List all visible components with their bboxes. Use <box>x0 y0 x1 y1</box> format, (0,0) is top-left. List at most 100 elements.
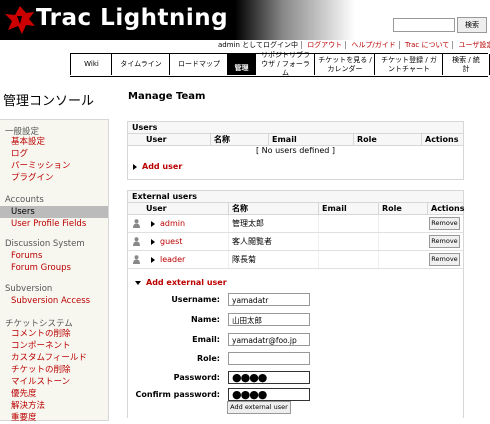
col-user: User <box>146 204 167 213</box>
password-field[interactable]: ●●●● <box>228 371 310 384</box>
user-icon <box>133 255 140 264</box>
user-login: guest <box>160 237 183 246</box>
expand-arrow-icon <box>151 256 155 263</box>
email-cell <box>318 233 378 250</box>
trac-logo-icon <box>5 6 35 34</box>
sidebar-item-components[interactable]: コンポーネント <box>0 340 108 352</box>
sidebar-item-plugins[interactable]: プラグイン <box>0 172 108 184</box>
sidebar-item-basics[interactable]: 基本設定 <box>0 136 108 148</box>
users-table-header: User 名称 Email Role Actions <box>128 134 463 146</box>
logout-link[interactable]: ログアウト <box>304 41 345 49</box>
email-label: Email: <box>192 335 220 344</box>
name-cell: 管理太郎 <box>228 215 318 232</box>
sidebar-item-logging[interactable]: ログ <box>0 148 108 160</box>
username-label: Username: <box>171 295 220 304</box>
email-field[interactable]: yamadatr@foo.jp <box>228 333 310 346</box>
sidebar-item-custom-fields[interactable]: カスタムフィールド <box>0 352 108 364</box>
tab-browser-forum[interactable]: リポジトリブラウザ / フォーラム <box>255 51 315 77</box>
help-link[interactable]: ヘルプ/ガイド <box>348 41 398 49</box>
remove-button[interactable]: Remove <box>429 217 460 230</box>
col-role: Role <box>378 203 427 214</box>
tab-timeline[interactable]: タイムライン <box>111 54 170 75</box>
role-field[interactable] <box>228 352 310 365</box>
remove-button[interactable]: Remove <box>429 253 460 266</box>
sidebar-item-priorities[interactable]: 優先度 <box>0 388 108 400</box>
about-link[interactable]: Trac について <box>402 41 452 49</box>
role-cell <box>378 215 427 232</box>
expand-arrow-icon <box>133 163 137 170</box>
main-nav: Wiki タイムライン ロードマップ 管理 リポジトリブラウザ / フォーラム … <box>70 51 490 77</box>
sidebar-item-delete-ticket[interactable]: チケットの削除 <box>0 364 108 376</box>
add-user-toggle[interactable]: Add user <box>133 162 182 171</box>
logo-text: Trac Lightning <box>36 5 229 31</box>
confirm-password-field[interactable]: ●●●● <box>228 388 310 401</box>
tab-search-stats-label: 検索 / 統計 <box>452 55 480 73</box>
separator <box>452 41 454 49</box>
add-external-user-button[interactable]: Add external user <box>227 401 291 414</box>
admin-sidebar: 一般設定 基本設定 ログ パーミッション プラグイン Accounts User… <box>0 119 109 424</box>
password-label: Password: <box>173 373 220 382</box>
table-row: admin 管理太郎 Remove <box>128 215 463 233</box>
table-row: guest 客人閲覧者 Remove <box>128 233 463 251</box>
tab-wiki[interactable]: Wiki <box>70 54 112 75</box>
expand-arrow-icon <box>151 238 155 245</box>
user-cell[interactable]: admin <box>148 215 228 232</box>
role-cell <box>378 233 427 250</box>
logo[interactable]: Trac Lightning <box>0 0 235 40</box>
sidebar-group-subversion: Subversion <box>5 284 53 294</box>
col-role: Role <box>353 134 421 145</box>
user-cell[interactable]: guest <box>148 233 228 250</box>
empty-users-message: [ No users defined ] <box>255 146 336 155</box>
tab-newticket-gantt[interactable]: チケット登録 / ガントチャート <box>374 54 443 75</box>
meta-nav: admin としてログイン中 ログアウト ヘルプ/ガイド Trac について ユ… <box>215 40 490 50</box>
username-field[interactable]: yamadatr <box>228 293 310 306</box>
table-row: leader 隊長菊 Remove <box>128 251 463 269</box>
sidebar-item-permissions[interactable]: パーミッション <box>0 160 108 172</box>
tab-tickets-calendar[interactable]: チケットを見る / カレンダー <box>314 54 375 75</box>
sidebar-item-delete-comment[interactable]: コメントの削除 <box>0 328 108 340</box>
separator <box>300 41 302 49</box>
sidebar-item-severities[interactable]: 重要度 <box>0 412 108 424</box>
user-icon <box>133 219 140 228</box>
sidebar-item-milestones[interactable]: マイルストーン <box>0 376 108 388</box>
sidebar-item-users[interactable]: Users <box>0 206 108 218</box>
expand-arrow-icon <box>151 220 155 227</box>
name-cell: 客人閲覧者 <box>228 233 318 250</box>
external-users-heading: External users <box>128 191 463 203</box>
remove-button[interactable]: Remove <box>429 235 460 248</box>
login-status: admin としてログイン中 <box>218 41 298 49</box>
collapse-arrow-icon <box>135 280 141 285</box>
page-title: Manage Team <box>128 91 206 102</box>
name-cell: 隊長菊 <box>228 251 318 268</box>
tab-tickets-calendar-label: チケットを見る / カレンダー <box>318 55 372 73</box>
col-actions: Actions <box>421 134 463 145</box>
role-cell <box>378 251 427 268</box>
users-heading: Users <box>128 122 463 134</box>
email-cell <box>318 251 378 268</box>
add-user-label: Add user <box>142 162 183 171</box>
col-email: Email <box>268 134 348 145</box>
sidebar-group-accounts: Accounts <box>5 195 44 205</box>
email-cell <box>318 215 378 232</box>
console-title: 管理コンソール <box>3 94 95 109</box>
sidebar-group-discussion: Discussion System <box>5 239 85 249</box>
separator <box>398 41 400 49</box>
tab-browser-forum-label: リポジトリブラウザ / フォーラム <box>261 51 310 77</box>
add-external-user-toggle[interactable]: Add external user <box>135 278 227 287</box>
tab-search-stats[interactable]: 検索 / 統計 <box>442 54 490 75</box>
search-button[interactable]: 検索 <box>457 17 487 33</box>
sidebar-item-resolutions[interactable]: 解決方法 <box>0 400 108 412</box>
user-cell[interactable]: leader <box>148 251 228 268</box>
search-input[interactable] <box>393 18 455 32</box>
sidebar-item-forum-groups[interactable]: Forum Groups <box>0 262 108 274</box>
sidebar-item-forums[interactable]: Forums <box>0 250 108 262</box>
external-table-header: User 名称 Email Role Actions <box>128 203 464 215</box>
sidebar-item-subversion-access[interactable]: Subversion Access <box>0 295 108 307</box>
tab-admin[interactable]: 管理 <box>227 54 255 75</box>
name-field[interactable]: 山田太郎 <box>228 313 310 326</box>
user-login: leader <box>160 255 186 264</box>
tab-roadmap[interactable]: ロードマップ <box>169 54 228 75</box>
sidebar-item-user-profile-fields[interactable]: User Profile Fields <box>0 218 108 230</box>
prefs-link[interactable]: ユーザ設定 <box>456 41 490 49</box>
tab-newticket-gantt-label: チケット登録 / ガントチャート <box>381 55 437 73</box>
